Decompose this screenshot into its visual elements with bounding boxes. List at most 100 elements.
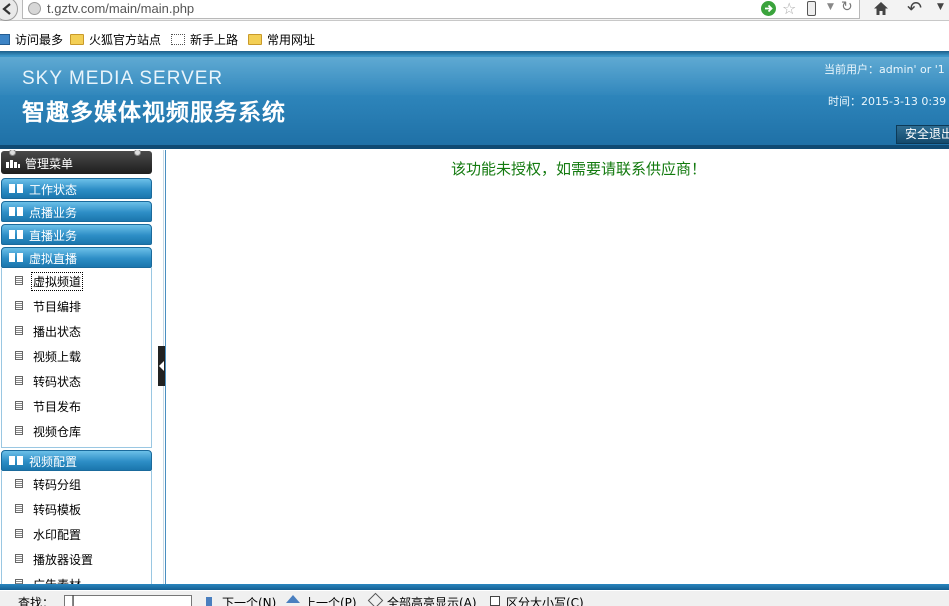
bookmark-label: 火狐官方站点: [89, 33, 162, 47]
document-icon: [15, 426, 23, 435]
folder-icon: [70, 34, 84, 45]
section-label: 点播业务: [29, 206, 78, 220]
book-icon: [9, 207, 23, 216]
sidebar-section-vod[interactable]: 点播业务: [1, 201, 152, 222]
arrow-down-icon[interactable]: [206, 597, 212, 606]
sidebar-section-live[interactable]: 直播业务: [1, 224, 152, 245]
bookmark-getting-started[interactable]: 新手上路: [171, 31, 238, 48]
document-icon: [15, 276, 23, 285]
document-icon: [15, 554, 23, 563]
go-arrow-icon[interactable]: [761, 1, 776, 16]
sidebar-item-label: 虚拟频道: [30, 272, 84, 291]
sidebar-item-transcode-template[interactable]: 转码模板: [2, 496, 151, 521]
folder-icon: [248, 34, 262, 45]
url-field[interactable]: t.gztv.com/main/main.php ☆ ▼ ↻: [22, 0, 860, 19]
sidebar-item-ad-materials[interactable]: 广告素材: [2, 571, 151, 584]
bookmark-label: 常用网址: [267, 33, 316, 47]
back-arrow-icon: [2, 3, 11, 15]
bookmark-common-sites[interactable]: 常用网址: [248, 31, 315, 48]
bookmark-label: 访问最多: [15, 33, 64, 47]
sidebar-item-label: 转码分组: [33, 478, 82, 492]
match-case-checkbox[interactable]: [490, 596, 500, 606]
book-icon: [9, 230, 23, 239]
document-icon: [15, 504, 23, 513]
section-label: 直播业务: [29, 229, 78, 243]
menu-title: 管理菜单: [1, 150, 152, 174]
bookmark-star-icon[interactable]: ☆: [782, 0, 796, 18]
section-label: 工作状态: [29, 183, 78, 197]
highlight-icon[interactable]: [367, 592, 384, 606]
sidebar-item-program-schedule[interactable]: 节目编排: [2, 293, 151, 318]
sidebar-item-video-upload[interactable]: 视频上载: [2, 343, 151, 368]
banner-bottom-bar: [0, 145, 949, 149]
grid-icon: [6, 160, 20, 168]
sidebar-item-label: 视频仓库: [33, 425, 82, 439]
sidebar-item-transcode-group[interactable]: 转码分组: [2, 471, 151, 496]
brand-chinese: 智趣多媒体视频服务系统: [22, 100, 286, 126]
sidebar-item-playout-status[interactable]: 播出状态: [2, 318, 151, 343]
match-case-label[interactable]: 区分大小写(C): [506, 594, 584, 606]
current-user: 当前用户：admin' or '1: [824, 63, 945, 76]
document-icon: [15, 529, 23, 538]
sidebar-item-label: 水印配置: [33, 528, 82, 542]
sidebar-item-label: 节目编排: [33, 300, 82, 314]
document-icon: [15, 479, 23, 488]
find-input[interactable]: |: [64, 594, 192, 606]
bookmarks-bar: 访问最多 火狐官方站点 新手上路 常用网址: [0, 29, 949, 50]
sidebar-item-watermark-config[interactable]: 水印配置: [2, 521, 151, 546]
sidebar-item-label: 播出状态: [33, 325, 82, 339]
sidebar-section-work-status[interactable]: 工作状态: [1, 178, 152, 199]
history-dropdown-icon[interactable]: ▼: [827, 2, 834, 12]
sidebar-item-program-publish[interactable]: 节目发布: [2, 393, 151, 418]
main-content: 该功能未授权，如需要请联系供应商！: [165, 150, 949, 584]
sidebar-item-player-settings[interactable]: 播放器设置: [2, 546, 151, 571]
document-icon: [15, 376, 23, 385]
find-previous-button[interactable]: 上一个(P): [304, 594, 357, 606]
current-time: 时间：2015-3-13 0:39: [828, 95, 947, 108]
home-icon[interactable]: [873, 1, 889, 16]
sidebar-section-virtual-live[interactable]: 虚拟直播: [1, 247, 152, 268]
find-next-button[interactable]: 下一个(N): [222, 594, 276, 606]
document-icon: [15, 351, 23, 360]
bookmark-firefox-site[interactable]: 火狐官方站点: [70, 31, 161, 48]
footer-bar: [0, 584, 949, 590]
menu-title-label: 管理菜单: [25, 157, 74, 171]
decor-dot: [134, 150, 141, 156]
header-banner: SKY MEDIA SERVER 智趣多媒体视频服务系统 当前用户：admin'…: [0, 51, 949, 149]
brand-english: SKY MEDIA SERVER: [22, 68, 224, 89]
sidebar-item-transcode-status[interactable]: 转码状态: [2, 368, 151, 393]
unauthorized-notice: 该功能未授权，如需要请联系供应商！: [451, 160, 707, 178]
sidebar-item-video-library[interactable]: 视频仓库: [2, 418, 151, 443]
book-icon: [9, 456, 23, 465]
back-button[interactable]: [0, 0, 18, 21]
document-icon: [15, 401, 23, 410]
highlight-all-button[interactable]: 全部高亮显示(A): [387, 594, 477, 606]
sidebar: 管理菜单 工作状态 点播业务 直播业务 虚拟直播 虚拟频道 节目编排 播出状态 …: [0, 150, 153, 584]
video-config-submenu: 转码分组 转码模板 水印配置 播放器设置 广告素材: [1, 471, 152, 584]
sidebar-item-label: 转码状态: [33, 375, 82, 389]
find-input-value: |: [71, 594, 76, 606]
sidebar-item-label: 播放器设置: [33, 553, 94, 567]
dotted-page-icon: [171, 34, 185, 45]
url-text: t.gztv.com/main/main.php: [47, 1, 195, 16]
sidebar-item-label: 转码模板: [33, 503, 82, 517]
mobile-icon[interactable]: [807, 1, 816, 16]
collapse-sidebar-handle[interactable]: [158, 346, 165, 386]
bookmark-icon: [0, 34, 10, 45]
reload-icon[interactable]: ↻: [841, 0, 853, 15]
decor-dot: [9, 150, 16, 156]
undo-icon[interactable]: ↶: [907, 0, 922, 19]
logout-button[interactable]: 安全退出: [896, 125, 949, 144]
arrow-up-icon[interactable]: [286, 595, 300, 603]
sidebar-item-virtual-channel[interactable]: 虚拟频道: [2, 268, 151, 293]
browser-toolbar: t.gztv.com/main/main.php ☆ ▼ ↻ ↶ ▼: [0, 0, 949, 21]
document-icon: [15, 301, 23, 310]
book-icon: [9, 253, 23, 262]
virtual-live-submenu: 虚拟频道 节目编排 播出状态 视频上载 转码状态 节目发布 视频仓库: [1, 268, 152, 448]
sidebar-item-label: 节目发布: [33, 400, 82, 414]
toolbar-dropdown-icon[interactable]: ▼: [937, 2, 944, 12]
bookmark-most-visited[interactable]: 访问最多: [0, 31, 63, 48]
bookmark-label: 新手上路: [190, 33, 239, 47]
sidebar-section-video-config[interactable]: 视频配置: [1, 450, 152, 471]
find-label: 查找：: [18, 596, 55, 606]
